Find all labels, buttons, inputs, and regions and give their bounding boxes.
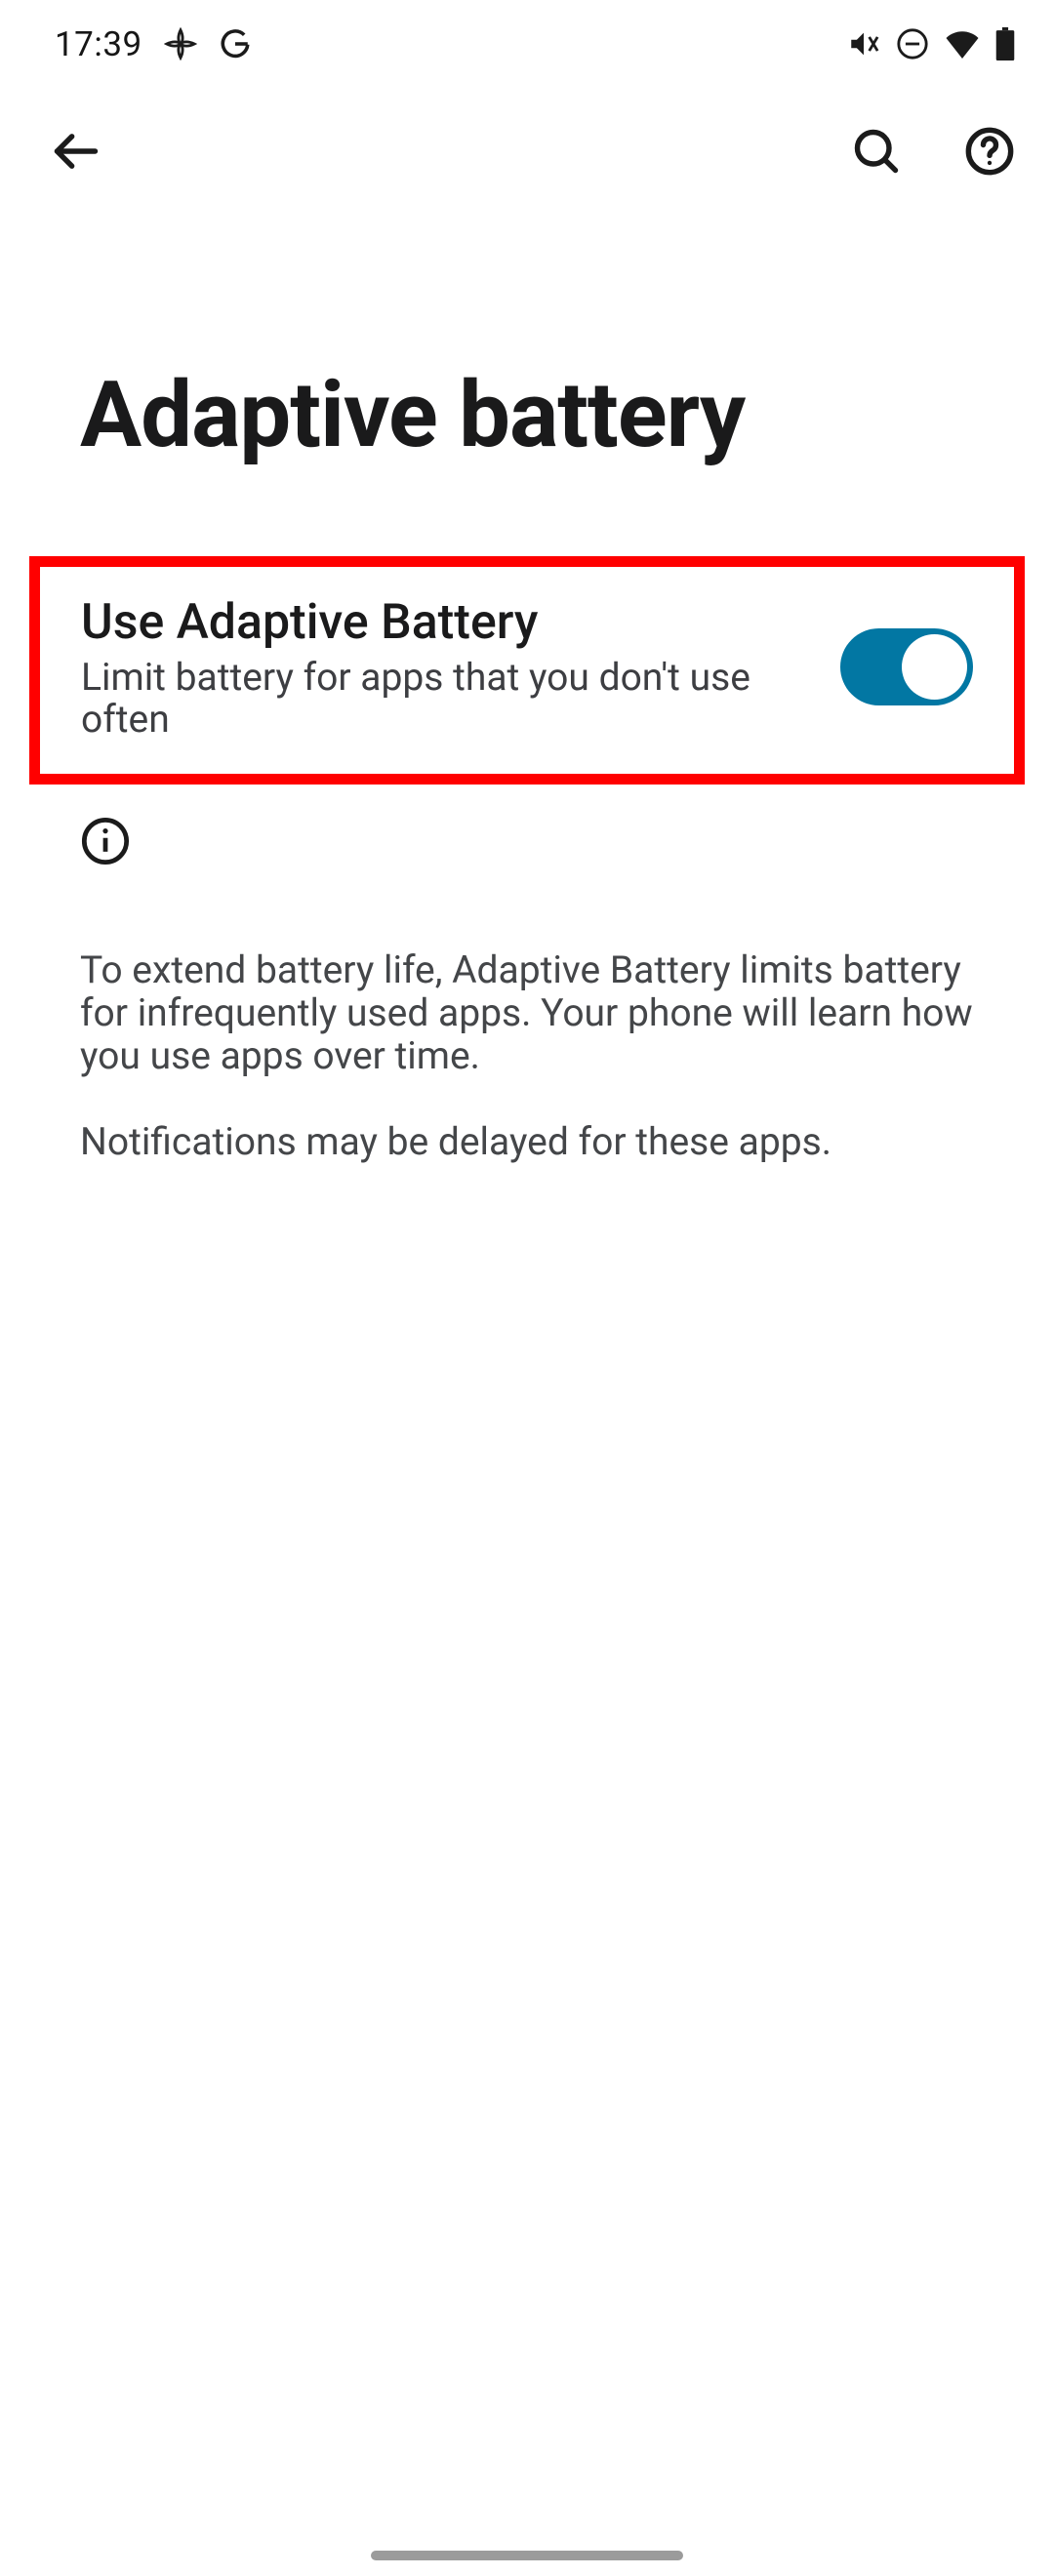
status-right bbox=[847, 27, 1015, 60]
back-arrow-icon[interactable] bbox=[45, 120, 107, 182]
status-bar: 17:39 bbox=[0, 0, 1054, 88]
status-time: 17:39 bbox=[55, 24, 142, 64]
setting-subtitle: Limit battery for apps that you don't us… bbox=[81, 657, 801, 741]
description-p2: Notifications may be delayed for these a… bbox=[80, 1120, 974, 1163]
setting-title: Use Adaptive Battery bbox=[81, 594, 801, 651]
info-icon-row bbox=[0, 794, 1054, 870]
mute-icon bbox=[847, 27, 880, 60]
google-g-icon bbox=[219, 27, 252, 60]
dnd-icon bbox=[896, 27, 929, 60]
description-p1: To extend battery life, Adaptive Battery… bbox=[80, 948, 974, 1077]
help-icon[interactable] bbox=[958, 120, 1021, 182]
app-bar bbox=[0, 88, 1054, 215]
setting-text: Use Adaptive Battery Limit battery for a… bbox=[81, 594, 801, 741]
navigation-bar-handle[interactable] bbox=[371, 2551, 683, 2560]
adaptive-battery-setting[interactable]: Use Adaptive Battery Limit battery for a… bbox=[29, 556, 1025, 785]
info-icon bbox=[80, 852, 131, 870]
pinwheel-icon bbox=[164, 27, 197, 60]
status-left: 17:39 bbox=[55, 24, 252, 64]
switch-thumb bbox=[902, 634, 967, 700]
page-title: Adaptive battery bbox=[0, 215, 1054, 527]
description-block: To extend battery life, Adaptive Battery… bbox=[0, 870, 1054, 1163]
search-icon[interactable] bbox=[845, 120, 908, 182]
battery-icon bbox=[995, 27, 1015, 60]
adaptive-battery-toggle[interactable] bbox=[840, 628, 973, 705]
wifi-icon bbox=[945, 27, 980, 60]
